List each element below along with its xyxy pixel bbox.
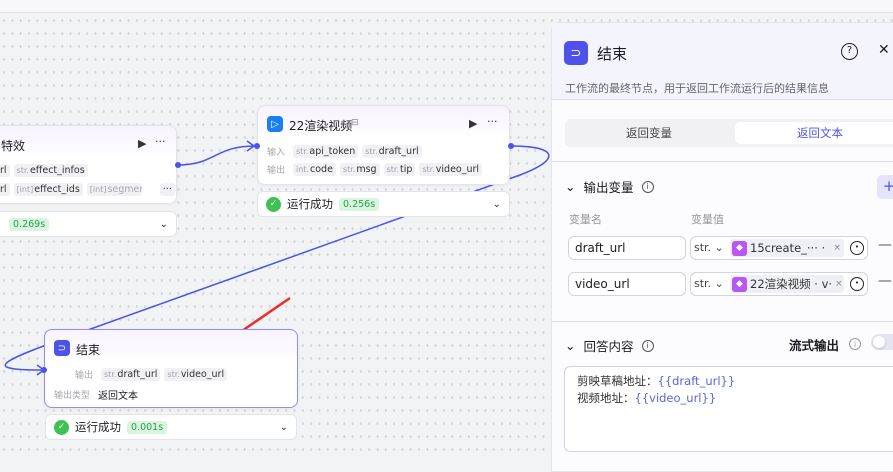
answer-text: 视频地址：: [577, 391, 635, 405]
type-select[interactable]: str. ⌄: [694, 237, 724, 259]
reference-chip[interactable]: ◆ 22渲染视频 · v· ×: [730, 275, 844, 293]
run-time: 0.001s: [127, 420, 168, 434]
tag: str.video_url: [419, 163, 483, 176]
tag: [int]effect_ids: [13, 183, 83, 196]
edge-effects-render[interactable]: [177, 145, 256, 166]
more-icon[interactable]: ···: [155, 135, 166, 148]
run-time: 0.269s: [9, 217, 50, 231]
output-mode-tabs: 返回变量 返回文本: [565, 119, 893, 147]
status-text: 运行成功: [287, 197, 333, 211]
section-title: 回答内容: [583, 339, 634, 354]
input-label: 输入: [267, 148, 286, 158]
remove-variable-button[interactable]: —: [878, 237, 892, 253]
variable-name-input[interactable]: video_url: [568, 272, 686, 296]
section-title: 输出变量: [583, 180, 634, 195]
plugin-icon: ◆: [732, 240, 747, 256]
tag: str.effect_infos: [13, 164, 88, 177]
video-icon: ▷: [267, 116, 283, 132]
node-title: 22渲染视频: [289, 119, 353, 133]
tag: str.msg: [339, 163, 380, 176]
info-icon[interactable]: i: [849, 338, 861, 350]
variable-value-selector[interactable]: str. ⌄ ◆ 22渲染视频 · v· × •: [690, 272, 868, 296]
panel-title: 结束: [597, 45, 628, 63]
output-type: 返回文本: [98, 391, 139, 402]
node-config-panel: ⊃ 结束 ? ✕ 工作流的最终节点，用于返回工作流运行后的结果信息 返回变量 返…: [551, 22, 893, 472]
stream-output-label: 流式输出: [789, 338, 840, 353]
output-label: 输出: [75, 371, 94, 381]
node-effects[interactable]: 特效 ▶ ··· rl str.effect_infos rl [int]effec…: [0, 125, 177, 204]
node-title: 结束: [76, 343, 101, 357]
chevron-down-icon[interactable]: ⌄: [565, 338, 575, 353]
target-icon[interactable]: •: [850, 241, 864, 255]
panel-description: 工作流的最终节点，用于返回工作流运行后的结果信息: [565, 82, 829, 95]
answer-variable: {{draft_url}}: [657, 374, 736, 388]
reference-chip[interactable]: ◆ 15create_··· · ×: [730, 239, 844, 257]
output-port[interactable]: [175, 162, 181, 168]
tag: str.draft_url: [101, 368, 161, 381]
tag: int.code: [293, 163, 336, 176]
run-status[interactable]: ✓ 运行成功 0.256s ⌄: [257, 191, 510, 217]
stream-output-toggle[interactable]: [871, 334, 893, 350]
remove-icon[interactable]: ×: [835, 279, 843, 289]
output-label: 输出: [267, 166, 286, 176]
close-icon[interactable]: ✕: [878, 42, 890, 58]
run-icon[interactable]: ▶: [469, 117, 477, 130]
chevron-down-icon[interactable]: ⌄: [493, 199, 501, 210]
node-end[interactable]: ⊃ 结束 输出 str.draft_url str.video_url 输出类型…: [44, 329, 298, 408]
output-type-label: 输出类型: [54, 391, 91, 401]
info-icon[interactable]: i: [641, 180, 654, 193]
run-status[interactable]: ✓ 运行成功 0.001s ⌄: [45, 414, 297, 440]
chevron-down-icon[interactable]: ⌄: [280, 422, 288, 433]
answer-content-editor[interactable]: 剪映草稿地址：{{draft_url}} 视频地址：{{video_url}}: [564, 366, 893, 452]
run-time: 0.256s: [339, 197, 380, 211]
more-icon[interactable]: ···: [487, 115, 498, 128]
output-port[interactable]: [508, 143, 514, 149]
panel-header: ⊃ 结束 ? ✕ 工作流的最终节点，用于返回工作流运行后的结果信息: [552, 23, 893, 100]
tag: rl: [0, 183, 10, 196]
check-icon: ✓: [54, 419, 69, 435]
node-render-video[interactable]: ▷ 22渲染视频 ⊟ ▶ ··· 输入 str.api_token str.dr…: [257, 105, 510, 185]
divider: [552, 161, 893, 162]
type-select[interactable]: str. ⌄: [694, 273, 724, 295]
chevron-down-icon[interactable]: ⌄: [565, 179, 575, 194]
tag: str.draft_url: [362, 145, 422, 158]
divider: [552, 321, 893, 322]
remove-icon[interactable]: ×: [833, 243, 841, 253]
run-status[interactable]: 0.269s ⌄: [0, 211, 177, 237]
exit-icon: ⊃: [54, 340, 70, 356]
input-port[interactable]: [41, 367, 47, 373]
tag: [int]segment_ids: [86, 183, 142, 196]
plugin-badge-icon: ⊟: [351, 118, 359, 128]
tag: str.video_url: [164, 368, 228, 381]
column-header-name: 变量名: [569, 213, 602, 226]
exit-icon: ⊃: [564, 41, 588, 65]
info-icon[interactable]: i: [641, 339, 654, 352]
tag: rl: [0, 164, 10, 177]
remove-variable-button[interactable]: —: [878, 273, 892, 289]
status-text: 运行成功: [75, 420, 121, 434]
variable-value-selector[interactable]: str. ⌄ ◆ 15create_··· · × •: [690, 236, 868, 260]
tab-return-variables[interactable]: 返回变量: [565, 122, 733, 144]
plugin-icon: ◆: [732, 276, 747, 292]
column-header-value: 变量值: [691, 213, 724, 226]
answer-text: 剪映草稿地址：: [577, 374, 658, 388]
run-icon[interactable]: ▶: [138, 137, 146, 150]
tag: str.api_token: [293, 145, 359, 158]
check-icon: ✓: [266, 196, 281, 212]
target-icon[interactable]: •: [850, 277, 864, 291]
node-title: 特效: [1, 139, 26, 153]
help-icon[interactable]: ?: [841, 43, 858, 60]
more-tags[interactable]: ···: [159, 183, 175, 196]
answer-variable: {{video_url}}: [634, 391, 717, 405]
tag: str.tip: [383, 163, 416, 176]
chevron-down-icon[interactable]: ⌄: [160, 219, 168, 230]
input-port[interactable]: [254, 143, 260, 149]
add-variable-button[interactable]: +: [877, 175, 893, 199]
tab-return-text[interactable]: 返回文本: [735, 122, 893, 144]
variable-name-input[interactable]: draft_url: [568, 236, 686, 260]
